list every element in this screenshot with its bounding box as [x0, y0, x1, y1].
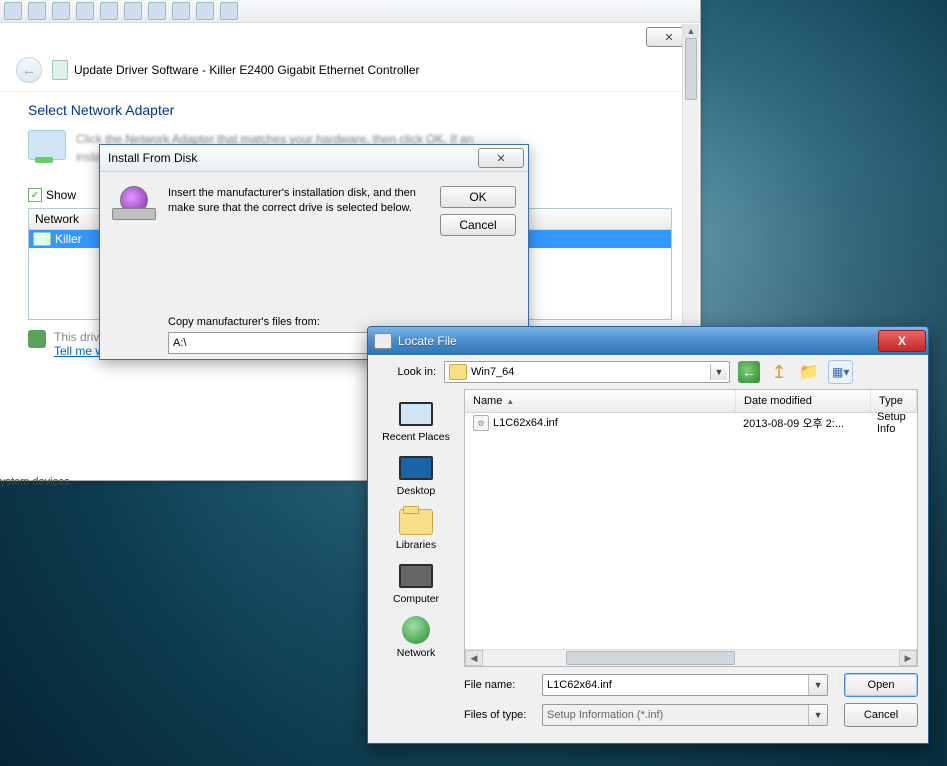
folder-icon [449, 364, 467, 380]
toolbar-icon[interactable] [148, 2, 166, 20]
col-name[interactable]: Name ▲ [465, 390, 736, 412]
install-from-disk-title: Install From Disk [108, 151, 197, 165]
toolbar-icon[interactable] [4, 2, 22, 20]
lookin-combobox[interactable]: Win7_64 ▼ [444, 361, 730, 383]
file-row[interactable]: ⚙ L1C62x64.inf 2013-08-09 오후 2:... Setup… [465, 413, 917, 433]
places-label: Computer [393, 593, 439, 605]
show-compatible-checkbox[interactable]: ✓ [28, 188, 42, 202]
ifd-message-line: Insert the manufacturer's installation d… [168, 186, 426, 201]
dialog-icon [374, 333, 392, 349]
file-type: Setup Info [869, 411, 917, 435]
places-label: Libraries [396, 539, 436, 551]
ifd-message-line: make sure that the correct drive is sele… [168, 201, 426, 216]
file-list[interactable]: Name ▲ Date modified Type ⚙ L1C62x64.inf… [464, 389, 918, 667]
nav-back-button[interactable]: ← [738, 361, 760, 383]
places-label: Network [397, 647, 436, 659]
adapter-item-icon [33, 232, 51, 246]
locate-file-dialog: Locate File X Look in: Win7_64 ▼ ← ↥ 📁 ▦… [367, 326, 929, 744]
scroll-thumb[interactable] [566, 651, 734, 665]
locate-titlebar[interactable]: Locate File X [368, 327, 928, 355]
places-label: Recent Places [382, 431, 450, 443]
install-from-disk-close-button[interactable]: ✕ [478, 148, 524, 168]
computer-icon [399, 564, 433, 588]
places-recent[interactable]: Recent Places [376, 395, 456, 447]
ifd-ok-button[interactable]: OK [440, 186, 516, 208]
recent-places-icon [399, 402, 433, 426]
lookin-label: Look in: [378, 366, 436, 378]
places-desktop[interactable]: Desktop [376, 449, 456, 501]
toolbar-icon[interactable] [28, 2, 46, 20]
dropdown-arrow-icon[interactable]: ▼ [710, 364, 727, 380]
locate-file-title: Locate File [398, 334, 457, 348]
libraries-icon [399, 509, 433, 535]
nav-up-button[interactable]: ↥ [768, 361, 790, 383]
mmc-toolbar [0, 0, 700, 23]
scroll-right-arrow-icon[interactable]: ▶ [899, 650, 917, 666]
wizard-title: Update Driver Software - Killer E2400 Gi… [74, 63, 420, 77]
dropdown-arrow-icon[interactable]: ▼ [808, 705, 827, 725]
horizontal-scrollbar[interactable]: ◀ ▶ [465, 649, 917, 666]
toolbar-icon[interactable] [220, 2, 238, 20]
filename-value: L1C62x64.inf [547, 679, 612, 691]
network-icon [402, 616, 430, 644]
col-type[interactable]: Type [871, 390, 917, 412]
inf-file-icon: ⚙ [473, 415, 489, 431]
file-name: L1C62x64.inf [493, 417, 558, 429]
sort-asc-icon: ▲ [506, 397, 514, 406]
nav-new-folder-button[interactable]: 📁 [798, 361, 820, 383]
col-name-label: Name [473, 395, 502, 407]
adapter-item-label: Killer [55, 232, 82, 246]
toolbar-icon[interactable] [172, 2, 190, 20]
locate-close-button[interactable]: X [878, 330, 926, 352]
cancel-button[interactable]: Cancel [844, 703, 918, 727]
show-compatible-label: Show [46, 188, 76, 202]
places-label: Desktop [397, 485, 436, 497]
filetype-combobox[interactable]: Setup Information (*.inf) ▼ [542, 704, 828, 726]
toolbar-icon[interactable] [124, 2, 142, 20]
scroll-up-arrow-icon[interactable]: ▲ [683, 24, 699, 38]
toolbar-icon[interactable] [76, 2, 94, 20]
open-button[interactable]: Open [844, 673, 918, 697]
device-icon [52, 60, 68, 80]
shield-icon [28, 330, 46, 348]
toolbar-icon[interactable] [196, 2, 214, 20]
places-computer[interactable]: Computer [376, 557, 456, 609]
filename-label: File name: [464, 679, 534, 691]
tree-stem-label: ystem devices [0, 476, 70, 488]
desktop-icon [399, 456, 433, 480]
back-button[interactable]: ← [16, 57, 42, 83]
toolbar-icon[interactable] [100, 2, 118, 20]
filetype-value: Setup Information (*.inf) [547, 709, 663, 721]
col-date[interactable]: Date modified [736, 390, 871, 412]
places-libraries[interactable]: Libraries [376, 503, 456, 555]
ifd-cancel-button[interactable]: Cancel [440, 214, 516, 236]
file-date: 2013-08-09 오후 2:... [735, 415, 869, 431]
toolbar-icon[interactable] [52, 2, 70, 20]
scroll-left-arrow-icon[interactable]: ◀ [465, 650, 483, 666]
filetype-label: Files of type: [464, 709, 534, 721]
network-adapter-icon [28, 130, 66, 160]
nav-view-menu-button[interactable]: ▦▾ [828, 360, 853, 384]
floppy-disk-icon [112, 186, 154, 220]
lookin-value: Win7_64 [471, 366, 514, 378]
places-network[interactable]: Network [376, 611, 456, 663]
scroll-thumb[interactable] [685, 38, 697, 100]
filename-combobox[interactable]: L1C62x64.inf ▼ [542, 674, 828, 696]
dropdown-arrow-icon[interactable]: ▼ [808, 675, 827, 695]
places-bar: Recent Places Desktop Libraries Computer… [368, 389, 464, 667]
file-list-header[interactable]: Name ▲ Date modified Type [465, 390, 917, 413]
wizard-heading: Select Network Adapter [28, 102, 672, 118]
